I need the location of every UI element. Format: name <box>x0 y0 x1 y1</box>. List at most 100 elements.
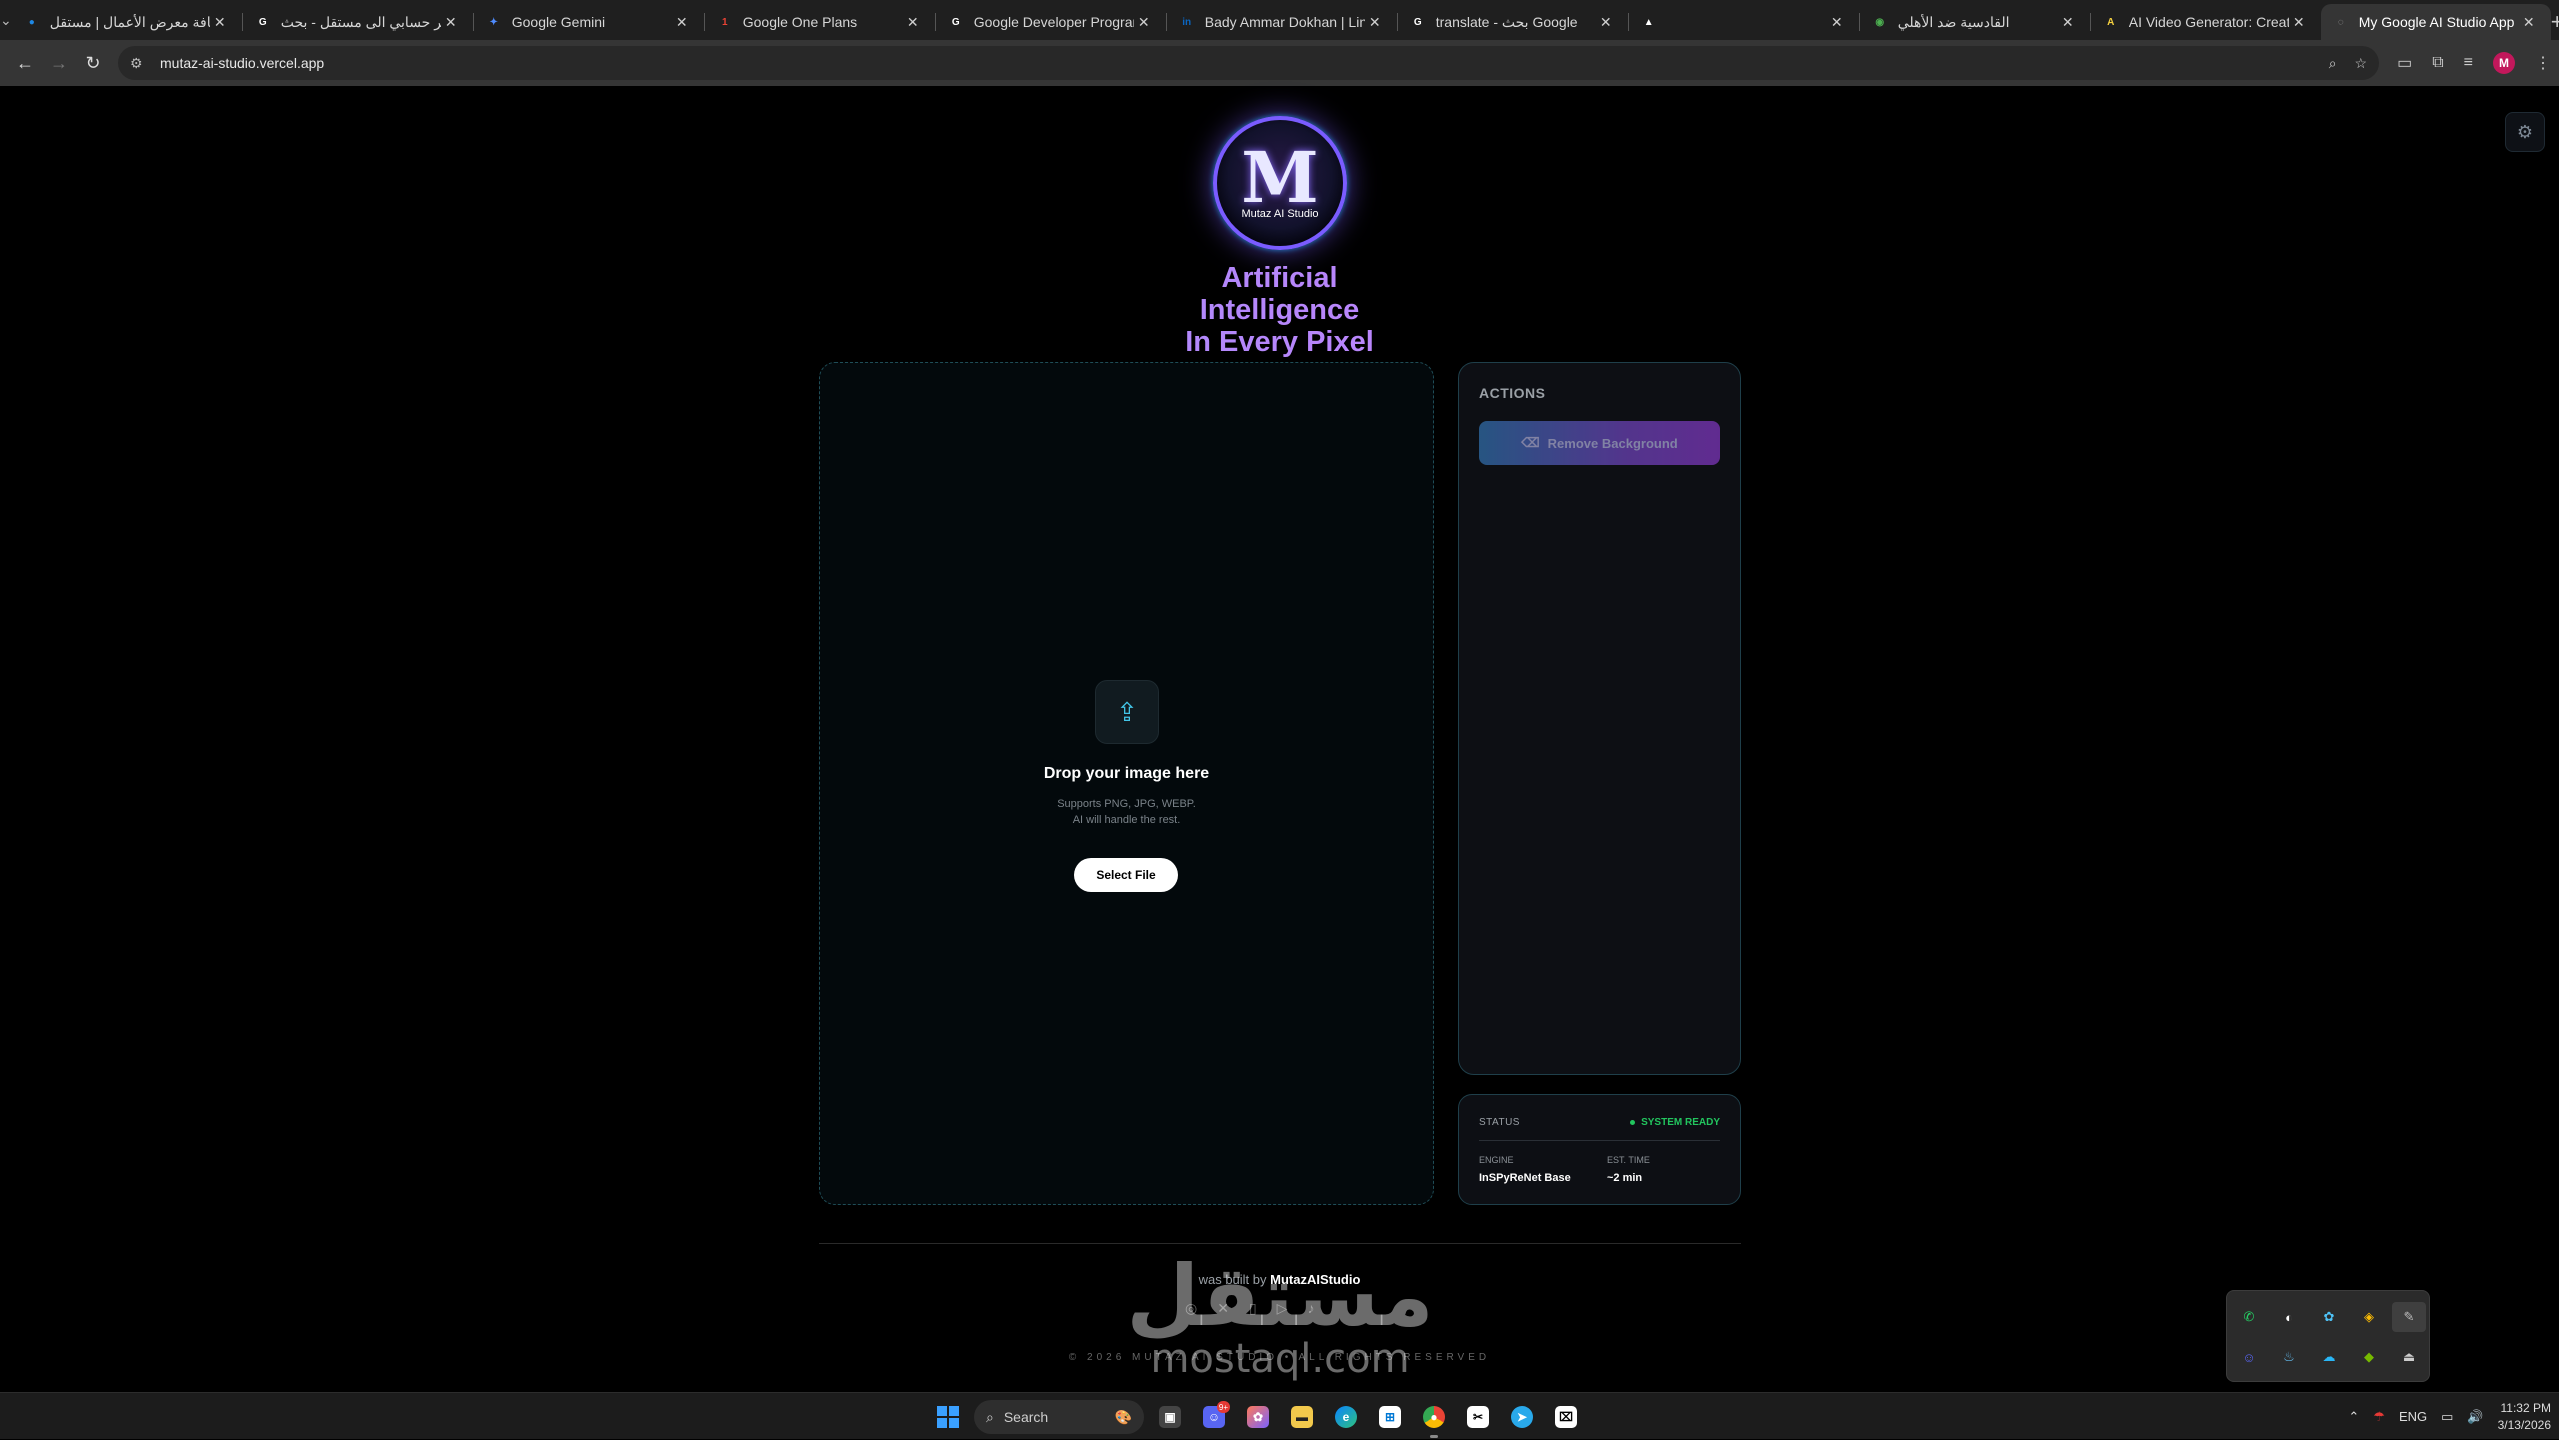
capcut-icon[interactable]: ✂ <box>1460 1399 1496 1435</box>
tab-favicon-icon: G <box>258 16 267 28</box>
browser-tab[interactable]: in Bady Ammar Dokhan | LinkedI✕ <box>1167 4 1397 40</box>
search-icon: ⌕ <box>986 1408 994 1425</box>
google-drive-icon[interactable]: ◈ <box>2358 1306 2380 1328</box>
upload-icon: ⇪ <box>1095 680 1159 744</box>
bookmark-star-icon[interactable]: ☆ <box>2355 55 2368 72</box>
tab-close-icon[interactable]: ✕ <box>903 14 923 31</box>
app-logo: M Mutaz AI Studio <box>1213 116 1347 250</box>
steam-icon[interactable]: ◐ <box>2278 1306 2300 1328</box>
new-tab-button[interactable]: + <box>2551 4 2559 40</box>
browser-tab[interactable]: ◉ القادسية ضد الأهلي ✕ <box>1860 4 2090 40</box>
youtube-icon[interactable]: ▷ <box>1277 1300 1288 1317</box>
browser-tab[interactable]: G تغيير حسابي الى مستقل - بحث✕ <box>243 4 473 40</box>
image-dropzone[interactable]: ⇪ Drop your image here Supports PNG, JPG… <box>819 362 1434 1205</box>
telegram-icon[interactable]: ➤ <box>1504 1399 1540 1435</box>
nvidia-icon[interactable]: ◆ <box>2358 1346 2380 1368</box>
antivirus-icon[interactable]: ☂ <box>2373 1409 2385 1425</box>
menu-kebab-icon[interactable]: ⋮ <box>2535 53 2551 73</box>
discord-icon[interactable]: ☺ <box>2238 1346 2260 1368</box>
browser-toolbar: ← → ↻ ⚙ mutaz-ai-studio.vercel.app ⌕ ☆ ▭… <box>0 40 2559 86</box>
browser-tab[interactable]: ● إضافة معرض الأعمال | مستقل ✕ <box>12 4 242 40</box>
eraser-icon: ⌫ <box>1521 435 1540 450</box>
built-by-name[interactable]: MutazAIStudio <box>1270 1272 1360 1287</box>
instagram-icon[interactable]: ◎ <box>1185 1300 1197 1317</box>
watermark-arabic: مستقل <box>1126 1247 1434 1345</box>
tab-close-icon[interactable]: ✕ <box>1134 14 1154 31</box>
zoom-icon[interactable]: ⌕ <box>2329 55 2337 72</box>
profile-avatar[interactable]: M <box>2493 52 2515 74</box>
browser-tab[interactable]: Gtranslate - بحث Google ✕ <box>1398 4 1628 40</box>
browser-tab[interactable]: ▲ ✕ <box>1629 4 1859 40</box>
capcut-editor-icon[interactable]: ⌧ <box>1548 1399 1584 1435</box>
facebook-icon[interactable]: ▯ <box>1249 1300 1257 1317</box>
settings-button[interactable]: ⚙ <box>2505 112 2545 152</box>
chrome-icon[interactable]: ● <box>1416 1399 1452 1438</box>
browser-tab[interactable]: A AI Video Generator: Create st✕ <box>2091 4 2321 40</box>
tab-close-icon[interactable]: ✕ <box>2289 14 2309 31</box>
discord-taskbar-icon[interactable]: ☺ 9+ <box>1196 1399 1232 1435</box>
tab-favicon-icon: G <box>951 16 960 28</box>
browser-tab[interactable]: ✦ Google Gemini ✕ <box>474 4 704 40</box>
tiktok-icon[interactable]: ♪ <box>1307 1300 1314 1317</box>
status-label: STATUS <box>1479 1117 1520 1128</box>
edge-icon[interactable]: e <box>1328 1399 1364 1435</box>
tab-close-icon[interactable]: ✕ <box>1827 14 1847 31</box>
ms-store-icon[interactable]: ⊞ <box>1372 1399 1408 1435</box>
file-explorer-icon[interactable]: ▬ <box>1284 1399 1320 1435</box>
tab-close-icon[interactable]: ✕ <box>1365 14 1385 31</box>
actions-title: ACTIONS <box>1479 385 1546 401</box>
browser-tab[interactable]: 1 Google One Plans ✕ <box>705 4 935 40</box>
tab-close-icon[interactable]: ✕ <box>672 14 692 31</box>
tab-close-icon[interactable]: ✕ <box>441 14 461 31</box>
tab-favicon-icon: G <box>1413 16 1422 28</box>
tab-close-icon[interactable]: ✕ <box>2058 14 2078 31</box>
copilot-icon[interactable]: ✿ <box>2318 1306 2340 1328</box>
taskbar-search-label: Search <box>1003 1409 1049 1425</box>
forward-button[interactable]: → <box>42 46 76 80</box>
task-view-icon[interactable]: ▣ <box>1152 1399 1188 1435</box>
tray-chevron-icon[interactable]: ⌃ <box>2348 1409 2359 1425</box>
extensions-icon[interactable]: ⧉ <box>2432 54 2443 72</box>
tab-title: Google Gemini <box>511 14 606 30</box>
usb-icon[interactable]: ⏏ <box>2398 1346 2420 1368</box>
windows-logo-icon <box>937 1406 959 1428</box>
steam-tray-icon[interactable]: ♨ <box>2278 1346 2300 1368</box>
hero-line-1: Artificial Intelligence <box>1199 262 1360 326</box>
tab-title: My Google AI Studio App <box>2358 14 2515 30</box>
browser-tab[interactable]: G Google Developer Program p✕ <box>936 4 1166 40</box>
site-info-icon[interactable]: ⚙ <box>130 55 148 72</box>
tab-close-icon[interactable]: ✕ <box>1596 14 1616 31</box>
tab-groups-icon[interactable]: ▭ <box>2397 53 2412 73</box>
copilot-taskbar-icon[interactable]: ✿ <box>1240 1399 1276 1435</box>
tab-title: إضافة معرض الأعمال | مستقل <box>49 13 210 30</box>
clock[interactable]: 11:32 PM 3/13/2026 <box>2498 1400 2551 1434</box>
tab-close-icon[interactable]: ✕ <box>210 14 230 31</box>
engine-label: ENGINE <box>1479 1155 1514 1165</box>
est-time-label: EST. TIME <box>1607 1155 1650 1165</box>
whatsapp-icon[interactable]: ✆ <box>2238 1306 2260 1328</box>
onedrive-icon[interactable]: ☁ <box>2318 1346 2340 1368</box>
reload-button[interactable]: ↻ <box>76 46 110 80</box>
address-bar[interactable]: ⚙ mutaz-ai-studio.vercel.app ⌕ ☆ <box>118 46 2380 80</box>
est-time-value: ~2 min <box>1607 1172 1643 1184</box>
tab-title: Google One Plans <box>742 14 858 30</box>
browser-tab[interactable]: ◌ My Google AI Studio App ✕ <box>2320 4 2551 40</box>
back-button[interactable]: ← <box>8 46 42 80</box>
tab-title: القادسية ضد الأهلي <box>1897 13 2010 30</box>
search-highlight-icon: 🎨 <box>1114 1408 1132 1425</box>
tab-search-button[interactable]: ⌄ <box>0 0 12 40</box>
reading-list-icon[interactable]: ≡ <box>2464 54 2473 72</box>
tab-title: AI Video Generator: Create st <box>2128 14 2289 30</box>
select-file-button[interactable]: Select File <box>1074 858 1178 892</box>
network-icon[interactable]: ▭ <box>2441 1409 2453 1425</box>
x-twitter-icon[interactable]: ✕ <box>1217 1300 1229 1317</box>
built-by-prefix: was built by <box>1198 1272 1267 1287</box>
taskbar-search[interactable]: ⌕ Search 🎨 <box>974 1400 1144 1434</box>
remove-background-button[interactable]: ⌫ Remove Background <box>1479 421 1720 465</box>
pen-tool-icon[interactable]: ✎ <box>2392 1302 2426 1332</box>
tab-close-icon[interactable]: ✕ <box>2519 14 2539 31</box>
tab-favicon-icon: ▲ <box>1643 16 1654 28</box>
language-indicator[interactable]: ENG <box>2399 1409 2427 1424</box>
start-button[interactable] <box>930 1399 966 1435</box>
volume-icon[interactable]: 🔊 <box>2467 1409 2483 1425</box>
